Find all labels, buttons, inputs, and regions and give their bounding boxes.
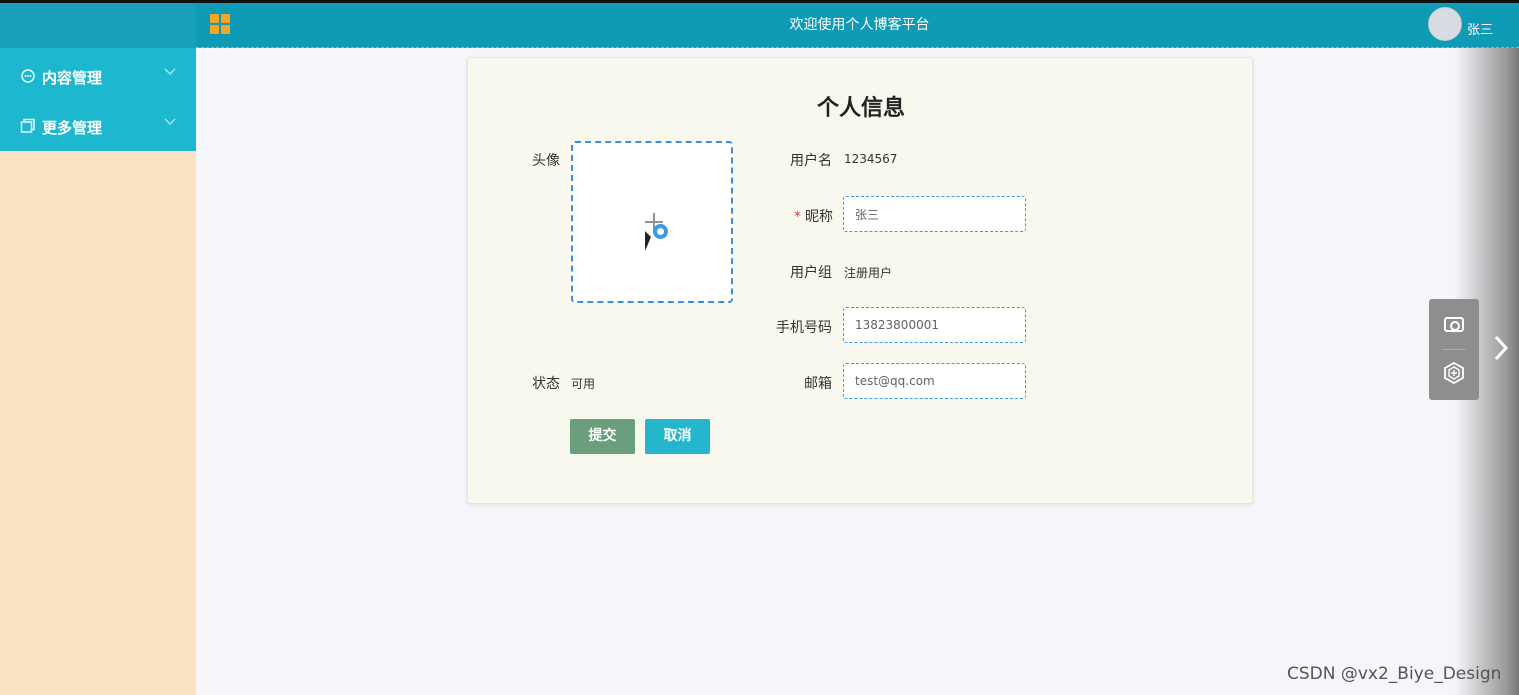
- phone-label: 手机号码: [776, 320, 832, 336]
- sidebar-item-more-management[interactable]: 更多管理: [0, 103, 196, 151]
- status-value: 可用: [571, 377, 596, 391]
- avatar-upload[interactable]: [571, 141, 733, 303]
- profile-card: 个人信息 头像 用户名 1234567 *昵称 用户组 注册用户 手机号码 状态…: [467, 57, 1253, 504]
- site-title: 欢迎使用个人博客平台: [789, 17, 930, 33]
- watermark: CSDN @vx2_Biye_Design: [1287, 664, 1502, 684]
- submit-button[interactable]: 提交: [570, 419, 635, 454]
- avatar-label: 头像: [532, 153, 560, 169]
- username-value: 1234567: [844, 152, 898, 166]
- camera-icon[interactable]: [1444, 317, 1464, 332]
- chat-icon: [21, 69, 35, 83]
- sidebar-item-content-management[interactable]: 内容管理: [0, 53, 196, 101]
- hexagon-plus-icon[interactable]: [1444, 362, 1464, 384]
- floating-toolbar: [1429, 299, 1479, 400]
- avatar[interactable]: [1428, 7, 1462, 41]
- user-name[interactable]: 张三: [1467, 19, 1493, 38]
- page-title: 个人信息: [816, 96, 905, 121]
- chevron-down-icon: [163, 115, 177, 132]
- sidebar: 首页 内容管理 更多管理: [0, 3, 196, 695]
- group-label: 用户组: [790, 265, 832, 281]
- status-label: 状态: [532, 376, 560, 392]
- loading-ring-icon: [653, 224, 668, 239]
- email-field[interactable]: [843, 363, 1026, 399]
- chevron-down-icon: [163, 65, 177, 82]
- group-value: 注册用户: [844, 266, 893, 280]
- nickname-label: * 昵称: [794, 209, 833, 225]
- copy-icon: [20, 118, 35, 133]
- sidebar-item-label: 内容管理: [42, 69, 103, 87]
- email-label: 邮箱: [804, 376, 832, 392]
- sidebar-item-label: 更多管理: [42, 119, 103, 137]
- username-label: 用户名: [790, 153, 832, 169]
- nickname-field[interactable]: [843, 196, 1026, 232]
- chevron-right-icon[interactable]: [1492, 333, 1510, 371]
- mouse-cursor-icon: [645, 231, 651, 251]
- cancel-button[interactable]: 取消: [645, 419, 710, 454]
- phone-field[interactable]: [843, 307, 1026, 343]
